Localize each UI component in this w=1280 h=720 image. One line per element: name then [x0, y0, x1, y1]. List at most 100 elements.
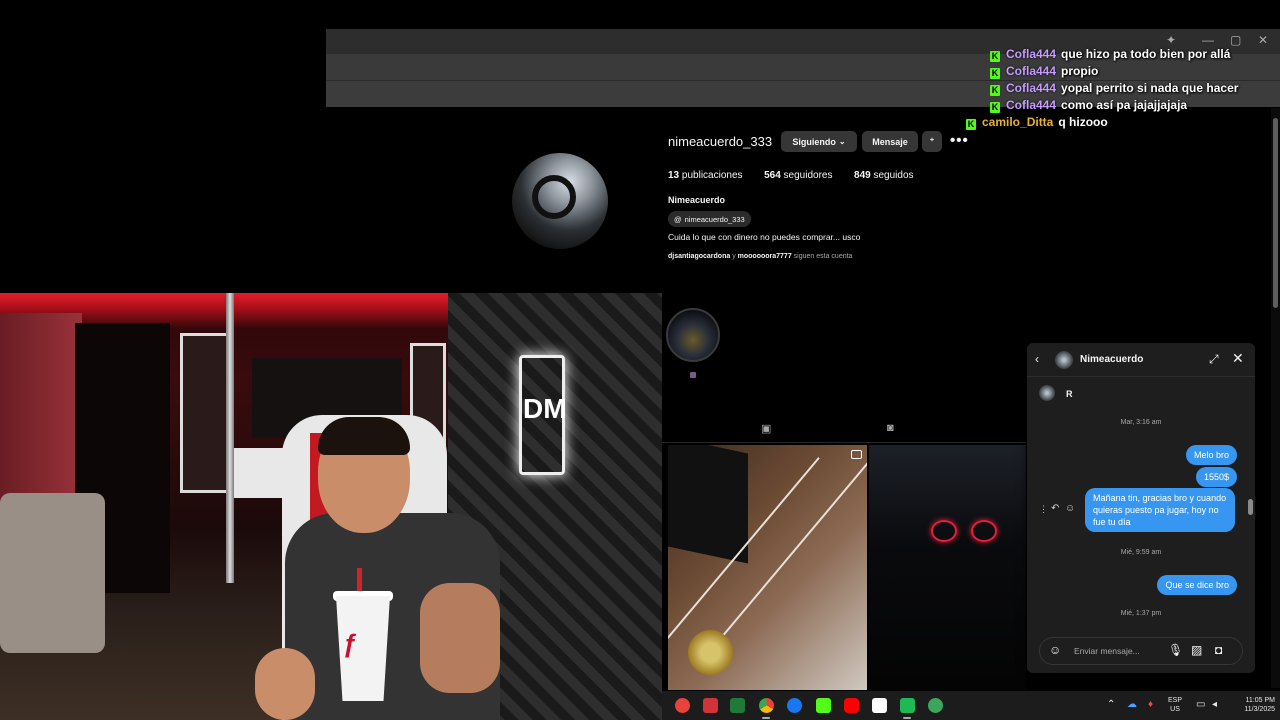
close-icon[interactable]: ✕ [1232, 350, 1244, 367]
threads-link[interactable]: @ nimeacuerdo_333 [668, 211, 751, 227]
chat-message: K Cofla444 que hizo pa todo bien por allá [990, 47, 1270, 64]
posts-count: 13 [668, 170, 680, 181]
received-message: R [1066, 389, 1073, 399]
chevron-up-icon[interactable]: ⌃ [1107, 699, 1115, 710]
emoji-icon[interactable]: ☺ [1049, 643, 1061, 657]
clock[interactable]: 11:05 PM 11/3/2025 [1227, 696, 1275, 714]
sent-message: Melo bro [1185, 445, 1237, 465]
posts-label: publicaciones [681, 170, 743, 181]
app-icon[interactable] [675, 698, 690, 713]
chevron-down-icon: ⌄ [838, 137, 846, 146]
chat-text: como así pa jajajjajaja [1061, 98, 1188, 112]
profile-username: nimeacuerdo_333 [668, 134, 773, 149]
reply-icon[interactable]: ↶ [1051, 503, 1059, 514]
message-button-label: Mensaje [872, 136, 908, 147]
kick-badge-icon: K [966, 119, 976, 130]
taskbar: ⌃ ☁ ♦ ESP US ▭ ◂ 11:05 PM 11/3/2025 [662, 691, 1280, 720]
post-thumbnail[interactable] [668, 445, 867, 690]
image-icon[interactable]: ▨ [1191, 643, 1202, 657]
following-label[interactable]: seguidos [874, 170, 914, 181]
followed-by-separator: y [732, 253, 736, 260]
microphone-icon[interactable]: ♦ [1148, 699, 1153, 710]
chat-username: camilo_Ditta [982, 115, 1054, 129]
chat-text: propio [1061, 64, 1099, 78]
suggest-user-button[interactable]: ⁺ [922, 131, 942, 152]
reels-tab-icon[interactable]: ▣ [761, 422, 774, 435]
message-more-icon[interactable]: ⋮ [1039, 504, 1048, 515]
page-scrollbar[interactable] [1271, 108, 1280, 688]
profile-stats: 13 publicaciones 564 seguidores 849 segu… [668, 170, 914, 181]
message-timestamp: Mié, 9:59 am [1120, 549, 1162, 556]
post-thumbnail[interactable] [869, 445, 1026, 690]
expand-icon[interactable]: ⤢ [1209, 352, 1219, 367]
facebook-icon[interactable] [787, 698, 802, 713]
more-options-icon[interactable]: ••• [950, 132, 969, 149]
threads-icon: @ [674, 214, 682, 224]
chat-username: Cofla444 [1006, 98, 1057, 112]
dm-messages: R Mar, 3:16 am Melo bro 1550$ ⋮ ↶ ☺ Maña… [1027, 377, 1255, 633]
stream-chat-overlay: K Cofla444 que hizo pa todo bien por allá … [966, 47, 1270, 132]
followed-by-suffix: siguen esta cuenta [793, 253, 853, 260]
add-person-icon: ⁺ [929, 136, 935, 146]
mail-icon[interactable] [703, 698, 718, 713]
message-timestamp: Mar, 3:16 am [1120, 419, 1162, 426]
dm-contact-avatar-small [1039, 385, 1055, 401]
message-timestamp: Mié, 1:37 pm [1120, 610, 1162, 617]
minimize-icon[interactable]: — [1202, 33, 1214, 47]
app-icon[interactable] [928, 698, 943, 713]
story-highlight[interactable] [666, 308, 720, 362]
laptop-image [668, 445, 748, 564]
message-button[interactable]: Mensaje [862, 131, 918, 152]
maximize-icon[interactable]: ▢ [1230, 33, 1241, 47]
chat-message: Kcamilo_Ditta q hizooo [966, 115, 1270, 132]
back-icon[interactable]: ‹ [1035, 352, 1039, 366]
region-code: US [1170, 706, 1180, 713]
chat-message: K Cofla444 como así pa jajajjajaja [990, 98, 1270, 115]
chat-username: Cofla444 [1006, 47, 1057, 61]
threads-handle: nimeacuerdo_333 [684, 214, 745, 224]
kick-badge-icon: K [990, 68, 1000, 79]
dm-contact-avatar[interactable] [1055, 351, 1073, 369]
following-count[interactable]: 849 [854, 170, 871, 181]
language-indicator[interactable]: ESP US [1168, 696, 1182, 714]
follower-name[interactable]: djsantiagocardona [668, 253, 730, 260]
clock-date: 11/3/2025 [1244, 706, 1275, 713]
gauge-image [971, 520, 997, 542]
webcam-feed: DM ƒ [0, 293, 662, 720]
dm-message-input[interactable]: ☺ Enviar mensaje... 🎙︎ ▨ ◘ [1039, 637, 1243, 665]
youtube-icon[interactable] [844, 698, 859, 713]
dm-popup: ‹ Nimeacuerdo ⤢ ✕ R Mar, 3:16 am Melo br… [1027, 343, 1255, 673]
sparkle-icon[interactable]: ✦ [1166, 33, 1176, 47]
chat-text: que hizo pa todo bien por allá [1061, 47, 1231, 61]
chrome-icon[interactable] [759, 698, 774, 713]
kick-badge-icon: K [990, 102, 1000, 113]
kick-icon[interactable] [816, 698, 831, 713]
dm-scrollbar[interactable] [1248, 381, 1253, 621]
tagged-tab-icon[interactable]: ◙ [887, 422, 900, 435]
clock-time: 11:05 PM [1245, 697, 1275, 704]
dm-input-placeholder: Enviar mensaje... [1074, 646, 1140, 656]
app-icon[interactable] [900, 698, 915, 713]
following-button[interactable]: Siguiendo ⌄ [781, 131, 857, 152]
highlight-emoji-icon [690, 372, 696, 378]
react-emoji-icon[interactable]: ☺ [1065, 503, 1075, 514]
profile-avatar[interactable] [512, 153, 608, 249]
chat-username: Cofla444 [1006, 64, 1057, 78]
follower-name[interactable]: moooooora7777 [738, 253, 792, 260]
followers-count[interactable]: 564 [764, 170, 781, 181]
cloud-icon[interactable]: ☁ [1127, 699, 1137, 710]
display-icon[interactable]: ▭ [1196, 699, 1205, 710]
sticker-icon[interactable]: ◘ [1215, 643, 1222, 657]
capcut-icon[interactable] [872, 698, 887, 713]
gauge-image [931, 520, 957, 542]
close-window-icon[interactable]: ✕ [1258, 33, 1268, 47]
followers-label[interactable]: seguidores [784, 170, 833, 181]
chat-message: K Cofla444 yopal perrito si nada que hacer [990, 81, 1270, 98]
chat-text: q hizooo [1058, 115, 1108, 129]
volume-icon[interactable]: ◂ [1212, 699, 1217, 710]
excel-icon[interactable] [730, 698, 745, 713]
dm-contact-name[interactable]: Nimeacuerdo [1080, 354, 1143, 365]
profile-bio: Cuida lo que con dinero no puedes compra… [668, 232, 861, 242]
followed-by: djsantiagocardona y moooooora7777 siguen… [668, 253, 852, 260]
microphone-icon[interactable]: 🎙︎ [1168, 643, 1183, 657]
